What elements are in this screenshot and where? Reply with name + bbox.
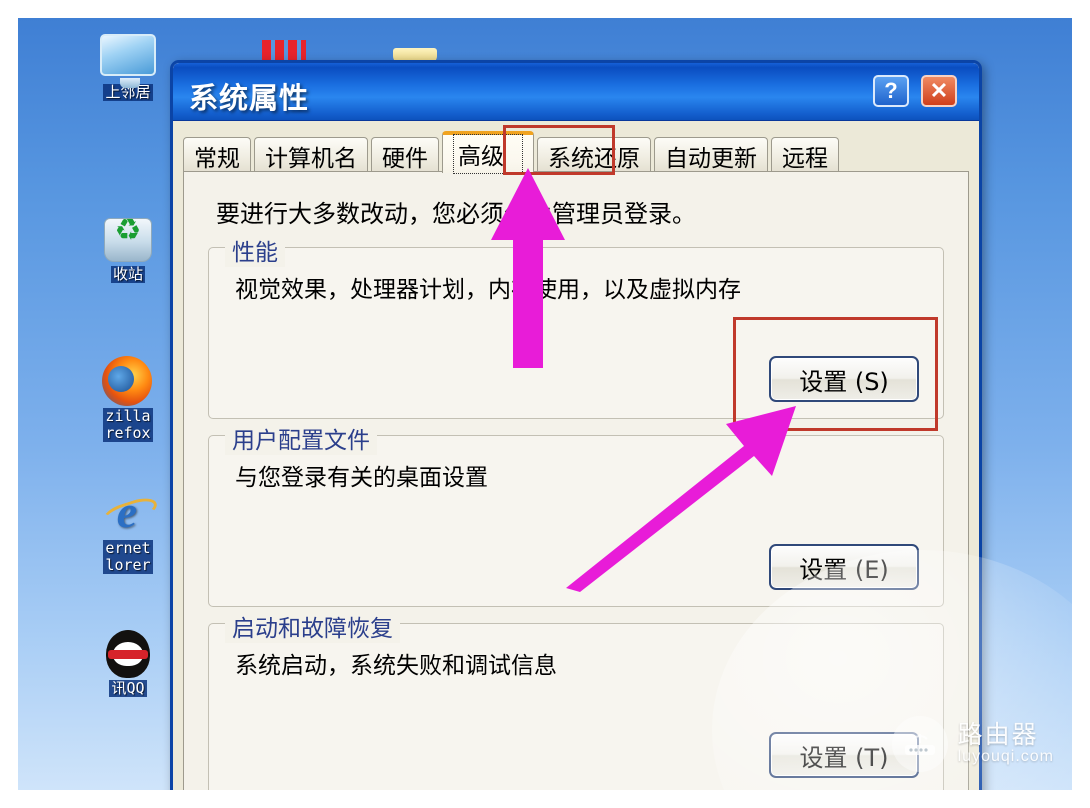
- performance-settings-button[interactable]: 设置 (S): [769, 356, 919, 402]
- desktop-background: 上邻居 收站 zilla refox e ernet lorer 讯QQ 系统属…: [18, 18, 1072, 790]
- qq-penguin-icon: [80, 628, 176, 680]
- tab-label: 自动更新: [665, 145, 757, 172]
- group-description: 与您登录有关的桌面设置: [235, 465, 488, 491]
- watermark-en: luyouqi.com: [957, 747, 1054, 765]
- internet-explorer-icon: e: [80, 488, 176, 540]
- group-title: 性能: [225, 233, 285, 267]
- group-startup-and-recovery: 启动和故障恢复 系统启动，系统失败和调试信息 设置 (T): [208, 609, 944, 790]
- desktop-icon-internet-explorer[interactable]: e ernet lorer: [80, 488, 176, 574]
- desktop-icon-label: ernet lorer: [103, 539, 153, 574]
- system-properties-dialog: 系统属性 ? ✕ 常规 计算机名 硬件 高级 系统还原 自动更新 远程 要进行大…: [170, 60, 982, 790]
- desktop-icon-network-neighborhood[interactable]: 上邻居: [80, 32, 176, 101]
- tab-computer-name[interactable]: 计算机名: [254, 137, 368, 173]
- tab-label: 硬件: [382, 145, 428, 172]
- desktop-icon-firefox[interactable]: zilla refox: [80, 356, 176, 442]
- group-title: 启动和故障恢复: [225, 609, 400, 643]
- tab-remote[interactable]: 远程: [771, 137, 839, 173]
- tab-automatic-updates[interactable]: 自动更新: [654, 137, 768, 173]
- tab-advanced[interactable]: 高级: [442, 131, 534, 174]
- desktop-icon-label: 讯QQ: [109, 679, 147, 697]
- tab-page-advanced: 要进行大多数改动，您必须作为管理员登录。 性能 视觉效果，处理器计划，内存使用，…: [183, 171, 969, 790]
- watermark-text: 路由器 luyouqi.com: [958, 722, 1054, 765]
- tab-hardware[interactable]: 硬件: [371, 137, 439, 173]
- watermark: 路由器 luyouqi.com: [891, 716, 1054, 772]
- desktop-icon-label: zilla refox: [103, 407, 153, 442]
- desktop-icon-qq[interactable]: 讯QQ: [80, 628, 176, 697]
- tab-label: 系统还原: [548, 145, 640, 172]
- button-row: 设置 (E): [769, 544, 919, 590]
- dialog-title: 系统属性: [189, 81, 310, 115]
- tab-strip: 常规 计算机名 硬件 高级 系统还原 自动更新 远程: [183, 129, 969, 174]
- button-row: 设置 (S): [769, 356, 919, 402]
- help-button[interactable]: ?: [873, 75, 909, 107]
- watermark-cn: 路由器: [957, 720, 1039, 750]
- dialog-title-bar[interactable]: 系统属性 ? ✕: [173, 63, 979, 121]
- network-neighborhood-icon: [80, 32, 176, 88]
- close-button[interactable]: ✕: [921, 75, 957, 107]
- firefox-icon: [80, 356, 176, 408]
- tab-label: 远程: [782, 145, 828, 172]
- tab-system-restore[interactable]: 系统还原: [537, 137, 651, 173]
- screenshot-frame: 上邻居 收站 zilla refox e ernet lorer 讯QQ 系统属…: [0, 0, 1090, 808]
- desktop-icon-label: 收站: [110, 265, 145, 283]
- group-description: 视觉效果，处理器计划，内存使用，以及虚拟内存: [235, 277, 741, 303]
- group-title: 用户配置文件: [225, 421, 377, 455]
- router-icon: [891, 716, 948, 772]
- desktop-icon-recycle-bin[interactable]: 收站: [80, 214, 176, 283]
- group-performance: 性能 视觉效果，处理器计划，内存使用，以及虚拟内存 设置 (S): [208, 233, 944, 419]
- tab-general[interactable]: 常规: [183, 137, 251, 173]
- tab-label: 常规: [194, 145, 240, 172]
- administrator-note: 要进行大多数改动，您必须作为管理员登录。: [216, 200, 696, 228]
- recycle-bin-icon: [80, 214, 176, 266]
- desktop-partial-icon-red: [262, 40, 306, 60]
- user-profiles-settings-button[interactable]: 设置 (E): [769, 544, 919, 590]
- tab-label: 计算机名: [265, 145, 357, 172]
- group-description: 系统启动，系统失败和调试信息: [235, 653, 557, 679]
- tab-label: 高级: [453, 134, 523, 174]
- group-user-profiles: 用户配置文件 与您登录有关的桌面设置 设置 (E): [208, 421, 944, 607]
